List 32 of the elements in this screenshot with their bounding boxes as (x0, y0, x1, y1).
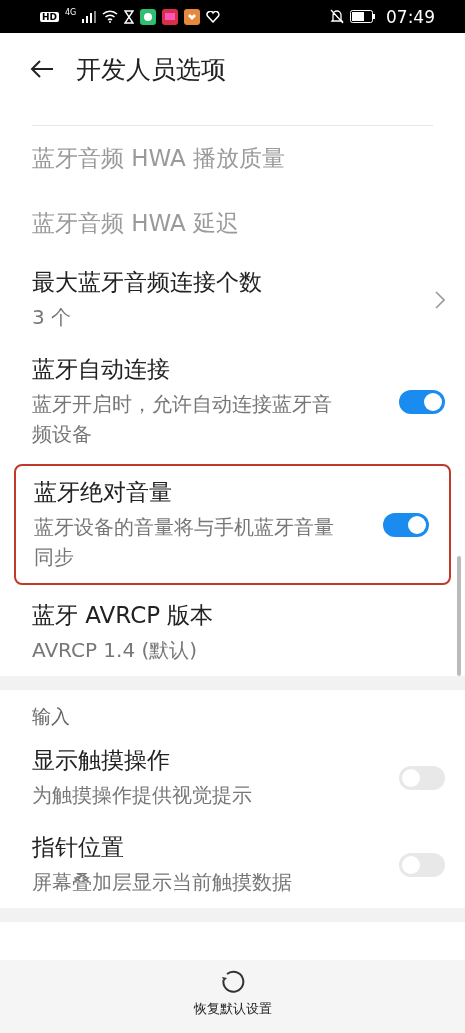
back-arrow-icon[interactable] (30, 59, 54, 79)
signal-icon (82, 10, 97, 23)
setting-title: 蓝牙绝对音量 (34, 478, 173, 507)
network-label: 4G (65, 8, 77, 17)
app-icon (184, 8, 201, 25)
heart-icon (206, 10, 221, 23)
setting-title: 蓝牙音频 HWA 播放质量 (32, 144, 287, 173)
app-icon (162, 8, 179, 25)
setting-summary: 为触摸操作提供视觉提示 (32, 782, 253, 809)
clock-time: 07:49 (386, 6, 435, 27)
setting-summary: 蓝牙开启时，允许自动连接蓝牙音频设备 (32, 391, 332, 448)
toggle-switch[interactable] (399, 389, 445, 414)
toggle-switch[interactable] (383, 512, 429, 537)
hourglass-icon (124, 9, 135, 24)
setting-title: 蓝牙自动连接 (32, 355, 171, 384)
setting-summary: AVRCP 1.4 (默认) (32, 637, 199, 664)
setting-title: 显示触摸操作 (32, 746, 171, 775)
setting-title: 蓝牙音频 HWA 延迟 (32, 209, 241, 238)
setting-summary: 屏幕叠加层显示当前触摸数据 (32, 869, 293, 896)
app-icon (140, 8, 157, 25)
battery-icon (350, 10, 376, 23)
wifi-icon (102, 10, 119, 23)
hd-badge: HD (40, 11, 59, 22)
chevron-icon (435, 290, 445, 309)
setting-title: 蓝牙 AVRCP 版本 (32, 601, 215, 630)
setting-summary: 蓝牙设备的音量将与手机蓝牙音量同步 (34, 514, 334, 571)
bell-off-icon (330, 9, 344, 24)
setting-title: 指针位置 (32, 833, 125, 862)
section-header: 输入 (31, 704, 71, 729)
page-title: 开发人员选项 (76, 53, 226, 86)
setting-title: 最大蓝牙音频连接个数 (32, 268, 263, 297)
setting-summary: 3 个 (32, 304, 73, 331)
